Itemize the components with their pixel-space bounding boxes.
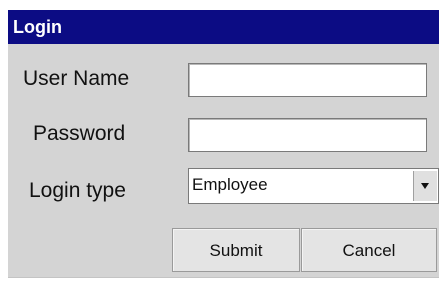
dropdown-button[interactable] xyxy=(413,171,437,201)
login-dialog: Login User Name Password Login type Empl… xyxy=(8,10,439,278)
login-type-value: Employee xyxy=(192,175,268,194)
chevron-down-icon xyxy=(421,183,429,189)
username-label: User Name xyxy=(23,67,130,90)
cancel-button[interactable]: Cancel xyxy=(301,228,437,272)
submit-button[interactable]: Submit xyxy=(172,228,300,272)
password-label: Password xyxy=(33,122,126,145)
username-input[interactable] xyxy=(188,63,427,97)
login-type-label: Login type xyxy=(29,179,126,202)
login-type-select[interactable]: Employee xyxy=(188,168,439,204)
window-title: Login xyxy=(13,17,62,37)
title-bar: Login xyxy=(8,10,439,44)
password-input[interactable] xyxy=(188,118,427,152)
